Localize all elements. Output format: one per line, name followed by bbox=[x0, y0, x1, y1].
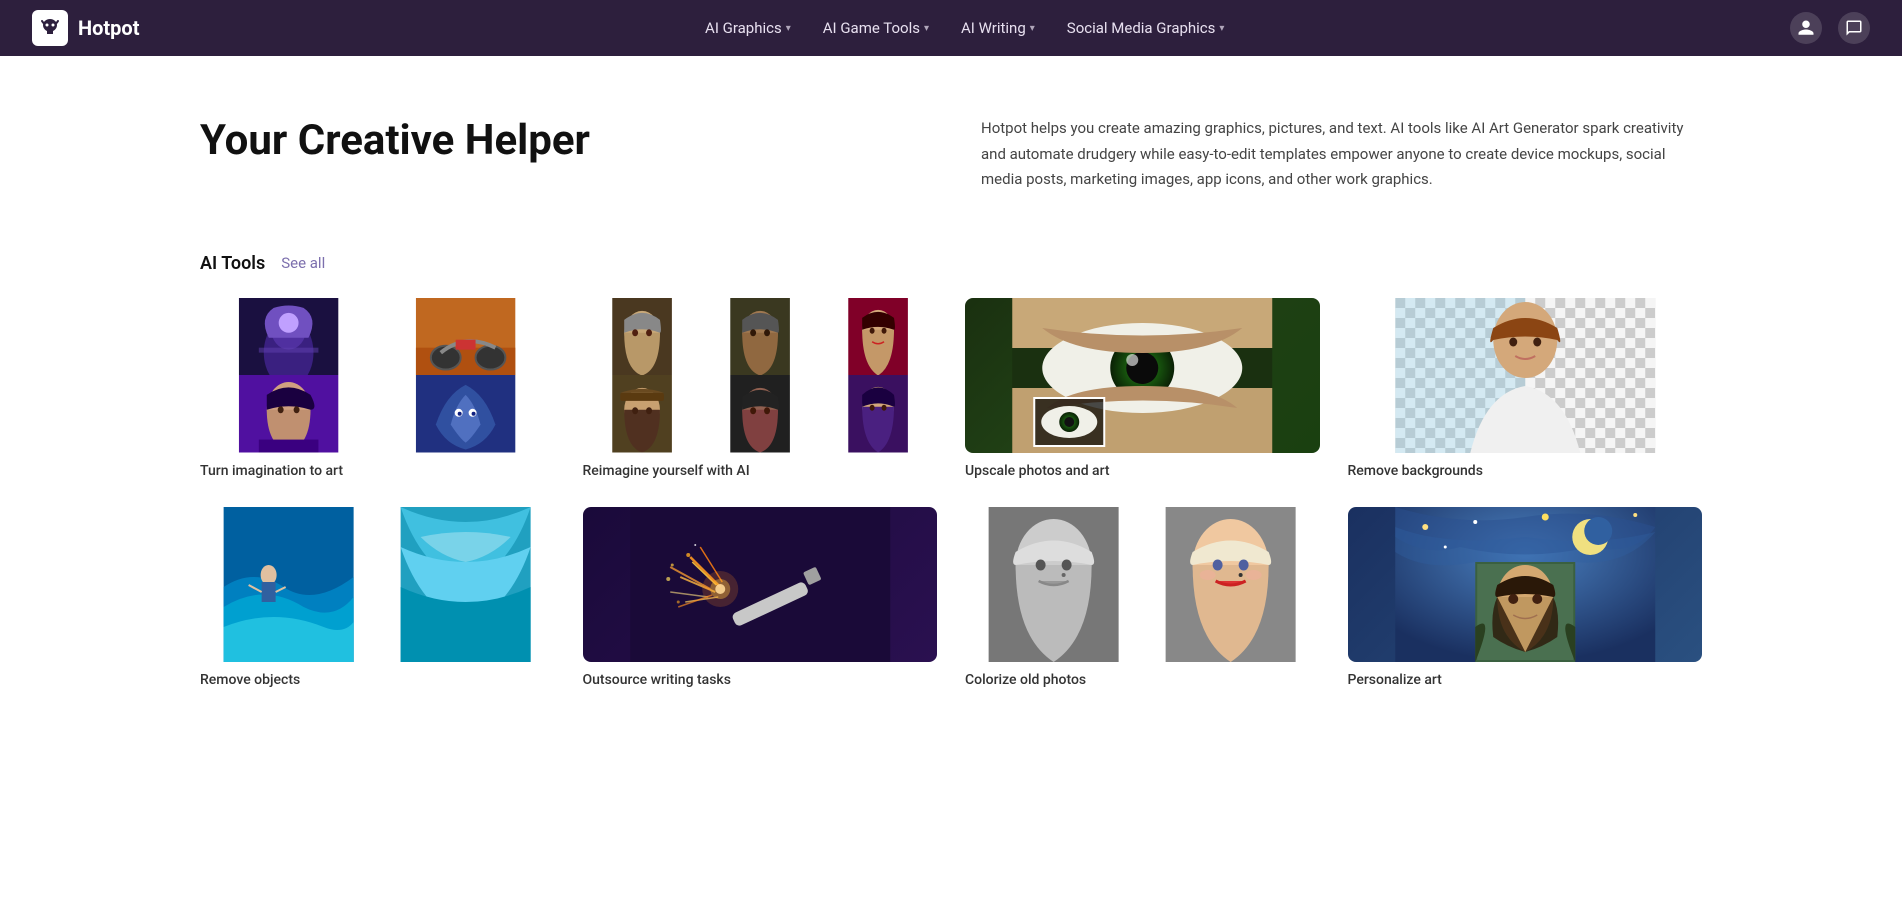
nav-label-social-media: Social Media Graphics bbox=[1067, 19, 1216, 37]
hero-section: Your Creative Helper Hotpot helps you cr… bbox=[0, 56, 1902, 233]
thumb-cell bbox=[819, 298, 937, 376]
tool-label: Remove backgrounds bbox=[1348, 463, 1703, 479]
tool-label: Colorize old photos bbox=[965, 672, 1320, 688]
tool-thumbnail-remove-objects bbox=[200, 507, 555, 662]
chat-icon-button[interactable] bbox=[1838, 12, 1870, 44]
nav-actions bbox=[1790, 12, 1870, 44]
hero-description: Hotpot helps you create amazing graphics… bbox=[981, 116, 1702, 193]
thumb-cell bbox=[583, 298, 701, 376]
nav-label-ai-game-tools: AI Game Tools bbox=[823, 19, 920, 37]
tools-header: AI Tools See all bbox=[200, 253, 1702, 274]
tool-card-remove-bg[interactable]: Remove backgrounds bbox=[1348, 298, 1703, 479]
tool-thumbnail-personalize bbox=[1348, 507, 1703, 662]
tool-thumbnail-remove-bg bbox=[1348, 298, 1703, 453]
thumb-cell bbox=[200, 375, 377, 453]
tool-card-reimagine[interactable]: Reimagine yourself with AI bbox=[583, 298, 938, 479]
hero-right: Hotpot helps you create amazing graphics… bbox=[981, 116, 1702, 193]
thumb-cell bbox=[377, 298, 554, 376]
logo[interactable]: Hotpot bbox=[32, 10, 139, 46]
thumb-cell bbox=[701, 375, 819, 453]
tool-label: Personalize art bbox=[1348, 672, 1703, 688]
tool-thumbnail-imagination bbox=[200, 298, 555, 453]
nav-item-social-media[interactable]: Social Media Graphics ▾ bbox=[1053, 13, 1239, 43]
tool-thumbnail-colorize bbox=[965, 507, 1320, 662]
tool-card-writing[interactable]: Outsource writing tasks bbox=[583, 507, 938, 688]
thumb-cell bbox=[200, 507, 377, 662]
tools-grid: Turn imagination to art bbox=[200, 298, 1702, 688]
nav-item-ai-graphics[interactable]: AI Graphics ▾ bbox=[691, 13, 805, 43]
thumb-cell bbox=[200, 298, 377, 376]
nav-links: AI Graphics ▾ AI Game Tools ▾ AI Writing… bbox=[691, 13, 1238, 43]
tools-section-title: AI Tools bbox=[200, 253, 265, 274]
thumb-cell bbox=[377, 375, 554, 453]
logo-text: Hotpot bbox=[78, 16, 139, 40]
hero-left: Your Creative Helper bbox=[200, 116, 921, 166]
chevron-down-icon: ▾ bbox=[924, 23, 929, 34]
tool-card-imagination[interactable]: Turn imagination to art bbox=[200, 298, 555, 479]
tool-card-colorize[interactable]: Colorize old photos bbox=[965, 507, 1320, 688]
tool-label: Remove objects bbox=[200, 672, 555, 688]
logo-icon bbox=[32, 10, 68, 46]
tool-thumbnail-upscale bbox=[965, 298, 1320, 453]
thumb-cell bbox=[377, 507, 554, 662]
tool-label: Turn imagination to art bbox=[200, 463, 555, 479]
thumb-cell bbox=[965, 507, 1142, 662]
tool-thumbnail-reimagine bbox=[583, 298, 938, 453]
main-nav: Hotpot AI Graphics ▾ AI Game Tools ▾ AI … bbox=[0, 0, 1902, 56]
thumb-cell bbox=[583, 375, 701, 453]
tool-card-remove-objects[interactable]: Remove objects bbox=[200, 507, 555, 688]
tool-thumbnail-writing bbox=[583, 507, 938, 662]
user-icon-button[interactable] bbox=[1790, 12, 1822, 44]
thumb-cell bbox=[819, 375, 937, 453]
chevron-down-icon: ▾ bbox=[1219, 23, 1224, 34]
thumb-cell bbox=[1142, 507, 1319, 662]
tool-card-personalize[interactable]: Personalize art bbox=[1348, 507, 1703, 688]
tools-section: AI Tools See all bbox=[0, 233, 1902, 748]
thumb-cell bbox=[701, 298, 819, 376]
nav-label-ai-graphics: AI Graphics bbox=[705, 19, 782, 37]
tool-label: Upscale photos and art bbox=[965, 463, 1320, 479]
see-all-link[interactable]: See all bbox=[281, 254, 325, 272]
tool-label: Outsource writing tasks bbox=[583, 672, 938, 688]
chevron-down-icon: ▾ bbox=[1030, 23, 1035, 34]
hero-title: Your Creative Helper bbox=[200, 116, 921, 166]
nav-item-ai-game-tools[interactable]: AI Game Tools ▾ bbox=[809, 13, 943, 43]
tool-label: Reimagine yourself with AI bbox=[583, 463, 938, 479]
nav-item-ai-writing[interactable]: AI Writing ▾ bbox=[947, 13, 1049, 43]
tool-card-upscale[interactable]: Upscale photos and art bbox=[965, 298, 1320, 479]
chevron-down-icon: ▾ bbox=[786, 23, 791, 34]
nav-label-ai-writing: AI Writing bbox=[961, 19, 1026, 37]
